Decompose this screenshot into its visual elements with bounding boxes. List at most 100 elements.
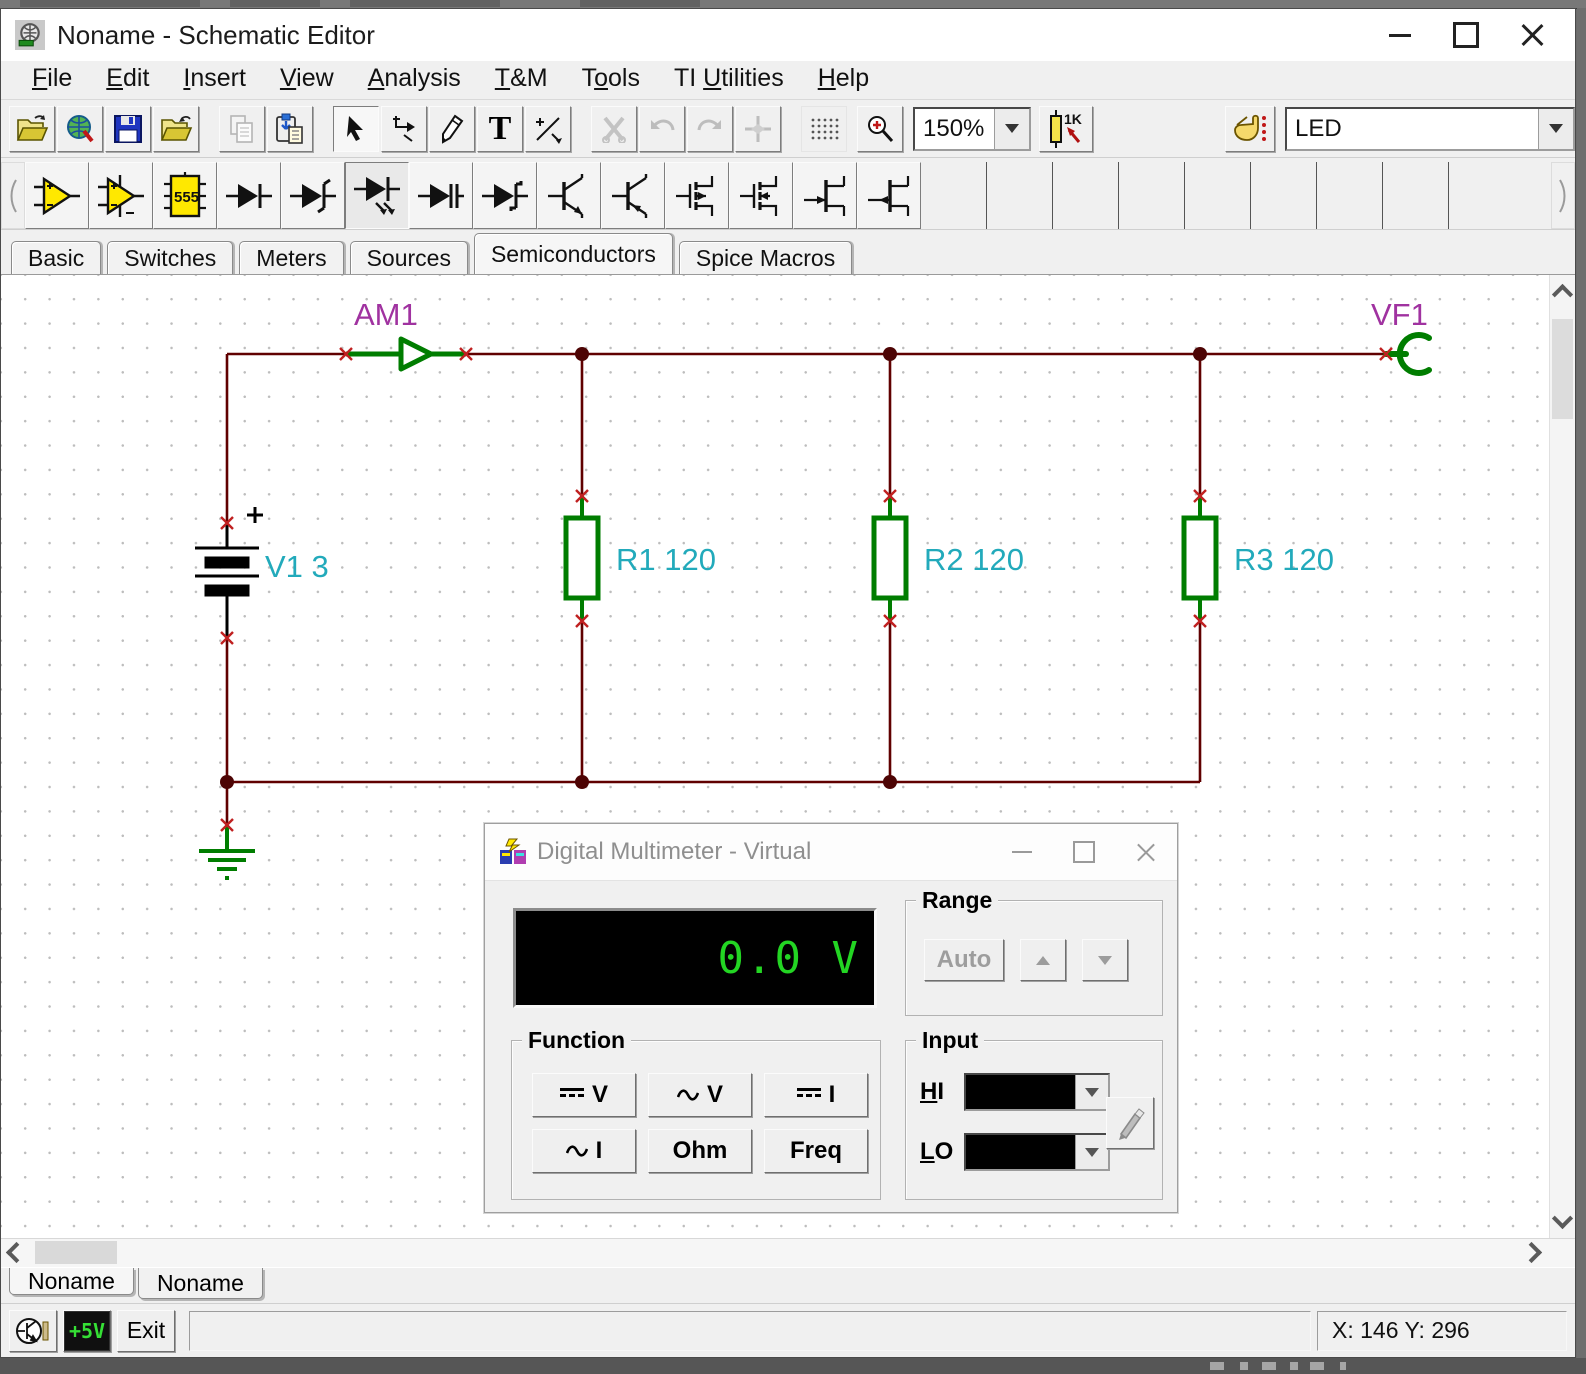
tab-spice-macros[interactable]: Spice Macros <box>679 241 852 274</box>
multimeter-dialog: Digital Multimeter - Virtual 0.0 V Range… <box>484 823 1178 1213</box>
grid-toggle-button[interactable] <box>801 106 847 152</box>
function-dc-volts-button[interactable]: V <box>532 1073 636 1117</box>
minimize-button[interactable] <box>1367 13 1433 57</box>
menu-edit[interactable]: Edit <box>89 64 166 97</box>
scroll-down-button[interactable] <box>1550 1211 1575 1226</box>
multimeter-maximize-button[interactable] <box>1053 832 1115 872</box>
menu-tools[interactable]: Tools <box>565 64 657 97</box>
wire-tool-button[interactable] <box>381 106 427 152</box>
tab-basic[interactable]: Basic <box>11 241 101 274</box>
horizontal-scroll-thumb[interactable] <box>35 1241 117 1264</box>
tab-switches[interactable]: Switches <box>107 241 233 274</box>
text-tool-button[interactable]: T <box>477 106 523 152</box>
zoom-button[interactable] <box>857 106 903 152</box>
component-schottky-diode-button[interactable] <box>473 162 537 229</box>
function-freq-button[interactable]: Freq <box>764 1129 868 1173</box>
component-opamp-button[interactable] <box>25 162 89 229</box>
input-lo-dropdown[interactable] <box>1075 1135 1108 1169</box>
arrow-down-icon <box>1098 956 1112 965</box>
doc-tab-noname-2[interactable]: Noname <box>138 1268 263 1299</box>
close-button[interactable] <box>1499 13 1565 57</box>
component-scroll-right[interactable] <box>1551 162 1575 229</box>
dc-symbol <box>797 1088 821 1102</box>
component-nmos-button[interactable] <box>665 162 729 229</box>
multimeter-title-bar[interactable]: Digital Multimeter - Virtual <box>485 824 1177 881</box>
exit-button[interactable]: Exit <box>117 1310 175 1352</box>
component-jfet-p-button[interactable] <box>857 162 921 229</box>
zoom-level-dropdown[interactable] <box>994 109 1029 149</box>
find-component-button[interactable] <box>1225 106 1275 152</box>
open-file-button[interactable] <box>9 106 55 152</box>
scroll-left-button[interactable] <box>9 1245 24 1265</box>
menu-tm[interactable]: T&M <box>478 64 565 97</box>
function-dc-amps-button[interactable]: I <box>764 1073 868 1117</box>
transistor-mode-button[interactable] <box>9 1310 57 1352</box>
component-opamp-power-button[interactable] <box>89 162 153 229</box>
pencil-tool-button[interactable] <box>429 106 475 152</box>
schematic-canvas[interactable]: AM1 VF1 V1 3 R1 120 R2 120 R3 120 <box>1 274 1575 1238</box>
origin-button[interactable] <box>735 106 781 152</box>
symbol-edit-button[interactable] <box>525 106 571 152</box>
component-scroll-left[interactable] <box>1 162 25 229</box>
function-ohm-button[interactable]: Ohm <box>648 1129 752 1173</box>
floppy-disk-icon <box>113 114 143 144</box>
component-pnp-button[interactable] <box>601 162 665 229</box>
power-5v-button[interactable]: +5V <box>63 1310 111 1352</box>
copy-button[interactable] <box>219 106 265 152</box>
undo-button[interactable] <box>639 106 685 152</box>
open-web-button[interactable] <box>57 106 103 152</box>
maximize-button[interactable] <box>1433 13 1499 57</box>
input-hi-value <box>966 1075 1075 1109</box>
menu-help[interactable]: Help <box>801 64 886 97</box>
tab-meters[interactable]: Meters <box>239 241 343 274</box>
multimeter-minimize-button[interactable] <box>991 832 1053 872</box>
range-down-button[interactable] <box>1082 939 1128 981</box>
background-window-strip-bottom <box>0 1358 1586 1374</box>
component-diode-button[interactable] <box>217 162 281 229</box>
cut-button[interactable] <box>591 106 637 152</box>
horizontal-scrollbar[interactable] <box>1 1238 1575 1267</box>
menu-ti-utilities[interactable]: TI Utilities <box>657 64 801 97</box>
input-hi-dropdown[interactable] <box>1075 1075 1108 1109</box>
component-pmos-button[interactable] <box>729 162 793 229</box>
diode-icon <box>224 176 274 216</box>
input-hi-combo[interactable] <box>964 1073 1110 1111</box>
component-varicap-button[interactable] <box>409 162 473 229</box>
component-led-button[interactable] <box>345 162 409 229</box>
vertical-scroll-thumb[interactable] <box>1552 319 1573 419</box>
tab-sources[interactable]: Sources <box>350 241 468 274</box>
menu-analysis[interactable]: Analysis <box>351 64 478 97</box>
paste-button[interactable] <box>267 106 313 152</box>
jfet-n-icon <box>802 172 848 220</box>
led-icon <box>352 173 402 219</box>
last-component-button[interactable]: 1K <box>1039 106 1093 152</box>
scroll-right-button[interactable] <box>1524 1245 1539 1265</box>
function-ac-volts-button[interactable]: V <box>648 1073 752 1117</box>
component-555-timer-button[interactable]: 555 <box>153 162 217 229</box>
vertical-scrollbar[interactable] <box>1549 275 1575 1238</box>
resistor1-label: R1 120 <box>616 542 716 577</box>
save-button[interactable] <box>105 106 151 152</box>
range-up-button[interactable] <box>1020 939 1066 981</box>
import-file-button[interactable] <box>153 106 199 152</box>
range-auto-button[interactable]: Auto <box>924 939 1004 981</box>
probe-select-button[interactable] <box>1106 1097 1154 1149</box>
menu-view[interactable]: View <box>263 64 351 97</box>
component-jfet-n-button[interactable] <box>793 162 857 229</box>
pointer-tool-button[interactable] <box>333 106 379 152</box>
doc-tab-noname-1[interactable]: Noname <box>9 1268 134 1295</box>
component-npn-button[interactable] <box>537 162 601 229</box>
redo-button[interactable] <box>687 106 733 152</box>
multimeter-close-button[interactable] <box>1115 832 1177 872</box>
chevron-left-icon <box>6 1242 27 1263</box>
component-zener-diode-button[interactable] <box>281 162 345 229</box>
zoom-level-combo[interactable]: 150% <box>913 107 1031 151</box>
menu-insert[interactable]: Insert <box>166 64 263 97</box>
input-lo-combo[interactable] <box>964 1133 1110 1171</box>
component-select-combo[interactable]: LED <box>1285 107 1575 151</box>
menu-file[interactable]: File <box>15 64 89 97</box>
function-ac-amps-button[interactable]: I <box>532 1129 636 1173</box>
component-select-dropdown[interactable] <box>1538 109 1573 149</box>
tab-semiconductors[interactable]: Semiconductors <box>474 233 673 274</box>
scroll-up-button[interactable] <box>1550 287 1575 302</box>
